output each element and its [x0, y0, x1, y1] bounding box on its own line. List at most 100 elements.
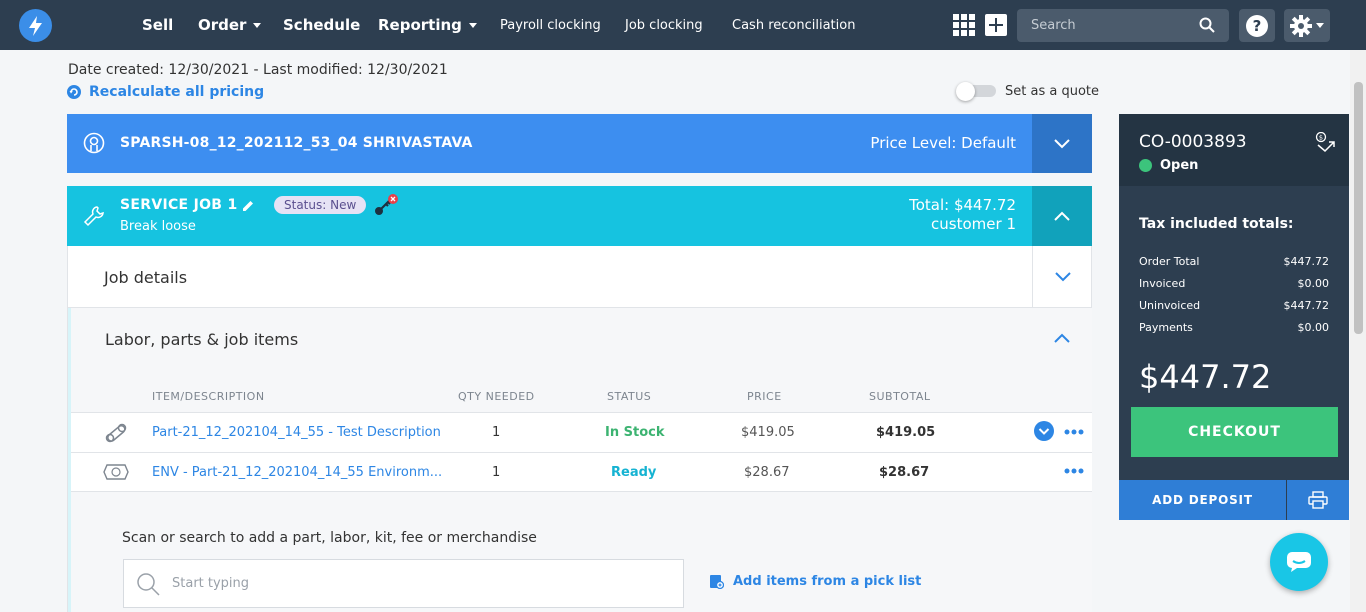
- item-link[interactable]: Part-21_12_202104_14_55 - Test Descripti…: [152, 425, 441, 440]
- pick-list-icon: [710, 575, 724, 589]
- recalculate-label: Recalculate all pricing: [89, 84, 265, 100]
- quote-toggle[interactable]: [956, 82, 996, 101]
- chevron-down-icon: [1054, 138, 1070, 148]
- customer-bar[interactable]: SPARSH-08_12_202112_53_04 SHRIVASTAVA Pr…: [67, 114, 1092, 173]
- table-row: Part-21_12_202104_14_55 - Test Descripti…: [71, 412, 1092, 452]
- job-details-section[interactable]: Job details: [68, 246, 1092, 308]
- status-badge: Status: New: [274, 196, 367, 214]
- summary-row-value: $0.00: [1297, 277, 1330, 290]
- chevron-down-icon: [253, 22, 262, 28]
- help-button[interactable]: ?: [1239, 9, 1275, 42]
- labor-collapse[interactable]: [1032, 322, 1092, 354]
- summary-row-label: Invoiced: [1139, 277, 1186, 290]
- brand-logo-icon[interactable]: [19, 9, 52, 42]
- item-search-input[interactable]: [172, 560, 672, 607]
- item-qty: 1: [492, 425, 501, 440]
- quote-label: Set as a quote: [1005, 83, 1099, 99]
- add-new-icon[interactable]: [985, 14, 1007, 36]
- col-status: STATUS: [607, 390, 652, 403]
- search-icon: [137, 573, 160, 596]
- col-qty: QTY NEEDED: [458, 390, 535, 403]
- summary-row: Uninvoiced $447.72: [1139, 299, 1329, 312]
- help-icon: ?: [1246, 14, 1268, 37]
- nav-sell-label: Sell: [142, 16, 174, 34]
- nav-cash-label: Cash reconciliation: [732, 17, 856, 33]
- item-subtotal: $419.05: [876, 425, 936, 440]
- add-deposit-button[interactable]: ADD DEPOSIT: [1119, 480, 1286, 520]
- customer-icon: [83, 132, 105, 154]
- item-link[interactable]: ENV - Part-21_12_202104_14_55 Environm..…: [152, 465, 442, 480]
- chevron-down-circle-icon[interactable]: [1034, 421, 1054, 441]
- gear-icon: [1290, 14, 1312, 37]
- job-details-title: Job details: [104, 268, 188, 287]
- chevron-up-icon: [1054, 211, 1070, 221]
- scan-label: Scan or search to add a part, labor, kit…: [122, 530, 537, 546]
- nav-job-clocking[interactable]: Job clocking: [625, 0, 703, 50]
- checkout-button[interactable]: CHECKOUT: [1131, 407, 1338, 457]
- scrollbar-thumb[interactable]: [1354, 82, 1363, 334]
- settings-button[interactable]: [1284, 9, 1330, 42]
- labor-parts-section: Labor, parts & job items ITEM/DESCRIPTIO…: [68, 308, 1092, 612]
- chevron-down-icon: [468, 22, 477, 28]
- nav-order[interactable]: Order: [198, 0, 262, 50]
- job-title: SERVICE JOB 1: [120, 197, 238, 213]
- pick-list-link[interactable]: Add items from a pick list: [709, 574, 921, 589]
- summary-row-label: Order Total: [1139, 255, 1200, 268]
- apps-grid-icon[interactable]: [953, 14, 975, 36]
- nav-schedule-label: Schedule: [283, 16, 361, 34]
- col-subtotal: SUBTOTAL: [869, 390, 931, 403]
- part-icon: [105, 423, 127, 443]
- nav-job-clocking-label: Job clocking: [625, 17, 703, 33]
- recalculate-pricing-link[interactable]: Recalculate all pricing: [67, 84, 264, 100]
- more-options-icon[interactable]: [1064, 429, 1084, 435]
- item-price: $419.05: [741, 425, 795, 440]
- date-created-line: Date created: 12/30/2021 - Last modified…: [68, 62, 448, 78]
- nav-cash-reconciliation[interactable]: Cash reconciliation: [732, 0, 855, 50]
- price-level: Price Level: Default: [870, 134, 1016, 152]
- order-status-label: Open: [1160, 158, 1199, 173]
- nav-reporting[interactable]: Reporting: [378, 0, 477, 50]
- search-input[interactable]: [1017, 9, 1197, 42]
- top-nav: Sell Order Schedule Reporting Payroll cl…: [0, 0, 1366, 50]
- price-adjust-icon[interactable]: $: [1315, 132, 1337, 154]
- table-row: ENV - Part-21_12_202104_14_55 Environm..…: [71, 452, 1092, 492]
- page-scrollbar[interactable]: [1350, 50, 1366, 612]
- summary-row-value: $0.00: [1297, 321, 1330, 334]
- summary-row-value: $447.72: [1283, 299, 1330, 312]
- search-icon[interactable]: [1199, 17, 1215, 33]
- nav-sell[interactable]: Sell: [142, 0, 173, 50]
- job-description: Break loose: [120, 219, 196, 234]
- key-alert-icon[interactable]: [372, 194, 400, 218]
- big-total: $447.72: [1139, 358, 1272, 396]
- job-collapse-button[interactable]: [1032, 186, 1092, 246]
- wrench-icon: [83, 206, 104, 227]
- refresh-icon: [67, 85, 81, 99]
- order-summary: CO-0003893 Open $ Tax included totals: O…: [1119, 114, 1349, 520]
- tax-totals-title: Tax included totals:: [1139, 216, 1294, 232]
- summary-row: Order Total $447.72: [1139, 255, 1329, 268]
- job-details-expand[interactable]: [1032, 246, 1092, 307]
- job-panel: Job details Labor, parts & job items ITE…: [67, 246, 1092, 612]
- summary-header: CO-0003893 Open $: [1119, 114, 1349, 186]
- item-status: In Stock: [605, 425, 665, 440]
- nav-order-label: Order: [198, 16, 247, 34]
- nav-payroll-clocking[interactable]: Payroll clocking: [500, 0, 601, 50]
- more-options-icon[interactable]: [1064, 468, 1084, 474]
- col-price: PRICE: [747, 390, 782, 403]
- pick-list-label: Add items from a pick list: [733, 574, 922, 589]
- chevron-down-icon: [1054, 271, 1071, 281]
- svg-text:$: $: [1319, 134, 1323, 142]
- edit-icon[interactable]: [242, 200, 254, 212]
- item-subtotal: $28.67: [879, 465, 930, 480]
- printer-icon: [1308, 491, 1328, 509]
- chat-launcher[interactable]: [1270, 533, 1328, 591]
- nav-payroll-label: Payroll clocking: [500, 17, 601, 33]
- summary-row: Payments $0.00: [1139, 321, 1329, 334]
- job-total: Total: $447.72 customer 1: [909, 196, 1016, 234]
- order-number: CO-0003893: [1139, 132, 1247, 152]
- job-total-amount: Total: $447.72: [909, 196, 1016, 214]
- customer-expand-button[interactable]: [1032, 114, 1092, 173]
- chevron-up-icon: [1054, 333, 1070, 343]
- print-button[interactable]: [1287, 480, 1349, 520]
- nav-schedule[interactable]: Schedule: [283, 0, 360, 50]
